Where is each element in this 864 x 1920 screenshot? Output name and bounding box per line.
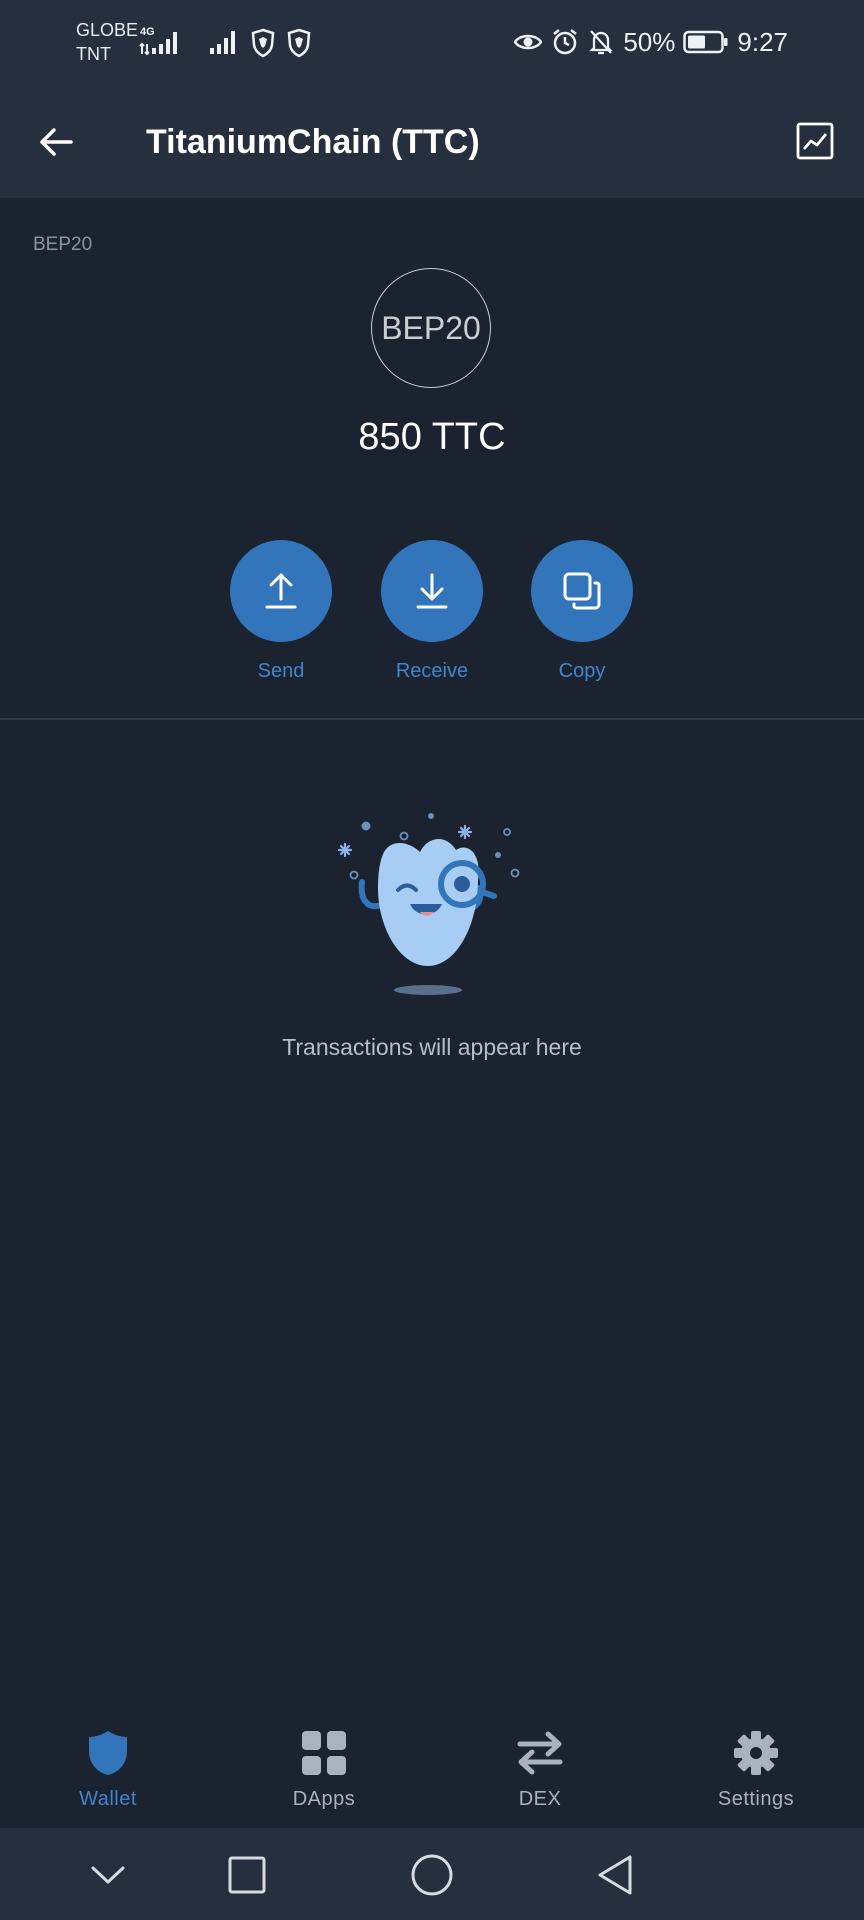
browser-shield-icon xyxy=(251,28,275,58)
status-icons-left: 4G xyxy=(138,26,312,58)
shield-icon xyxy=(89,1731,127,1775)
copy-icon xyxy=(563,572,601,610)
download-arrow-icon xyxy=(416,573,448,609)
system-back-button[interactable] xyxy=(590,1850,640,1900)
eye-icon xyxy=(513,34,543,50)
muted-bell-icon xyxy=(589,30,614,55)
grid-icon xyxy=(302,1731,346,1775)
receive-button[interactable]: Receive xyxy=(357,540,507,683)
system-navigation-bar xyxy=(0,1828,864,1920)
system-recents-button[interactable] xyxy=(222,1850,272,1900)
swap-arrows-icon xyxy=(517,1731,563,1775)
battery-percent: 50% xyxy=(623,26,676,57)
status-bar: GLOBE TNT 4G 50% 9:27 xyxy=(0,0,864,86)
signal-icon xyxy=(210,31,235,54)
price-chart-button[interactable] xyxy=(794,120,836,162)
receive-circle[interactable] xyxy=(381,540,483,642)
app-bar: TitaniumChain (TTC) xyxy=(0,86,864,198)
bottom-navigation: Wallet DApps DEX Settings xyxy=(0,1710,864,1828)
page-title: TitaniumChain (TTC) xyxy=(146,123,480,161)
copy-button[interactable]: Copy xyxy=(507,540,657,683)
battery-icon xyxy=(683,30,728,54)
circle-icon xyxy=(411,1854,453,1896)
back-button[interactable] xyxy=(30,116,82,168)
signal-4g-icon: 4G xyxy=(138,26,184,58)
empty-state-message: Transactions will appear here xyxy=(282,1034,582,1060)
nav-dapps[interactable]: DApps xyxy=(244,1728,404,1811)
chevron-down-icon xyxy=(91,1866,125,1884)
gear-icon xyxy=(734,1731,778,1775)
receive-label: Receive xyxy=(395,660,469,682)
send-label: Send xyxy=(257,660,305,682)
arrow-left-icon xyxy=(40,128,73,156)
carrier-secondary: TNT xyxy=(76,44,111,64)
copy-circle[interactable] xyxy=(531,540,633,642)
nav-settings-label: Settings xyxy=(717,1788,795,1810)
system-home-button[interactable] xyxy=(407,1850,457,1900)
clock: 9:27 xyxy=(737,26,788,57)
carrier-info: GLOBE TNT xyxy=(76,18,138,66)
browser-shield-icon-2 xyxy=(287,28,311,58)
triangle-back-icon xyxy=(598,1855,632,1895)
nav-settings[interactable]: Settings xyxy=(676,1728,836,1811)
status-icons-right: 50% 9:27 xyxy=(513,24,788,60)
nav-dapps-label: DApps xyxy=(292,1788,356,1810)
system-collapse-button[interactable] xyxy=(83,1850,133,1900)
square-icon xyxy=(228,1856,266,1894)
nav-dex-label: DEX xyxy=(518,1788,562,1810)
section-divider xyxy=(0,718,864,720)
nav-wallet[interactable]: Wallet xyxy=(28,1728,188,1811)
upload-arrow-icon xyxy=(265,573,297,609)
chart-icon xyxy=(796,122,834,160)
token-logo: BEP20 xyxy=(371,268,491,388)
token-standard-tag: BEP20 xyxy=(33,234,93,255)
copy-label: Copy xyxy=(558,660,606,682)
carrier-primary: GLOBE xyxy=(76,20,139,40)
nav-dex[interactable]: DEX xyxy=(460,1728,620,1811)
send-button[interactable]: Send xyxy=(206,540,356,683)
alarm-icon xyxy=(553,29,578,55)
send-circle[interactable] xyxy=(230,540,332,642)
token-balance: 850 TTC xyxy=(358,416,506,458)
nav-wallet-label: Wallet xyxy=(79,1788,137,1810)
empty-state-mascot-illustration xyxy=(337,813,520,995)
